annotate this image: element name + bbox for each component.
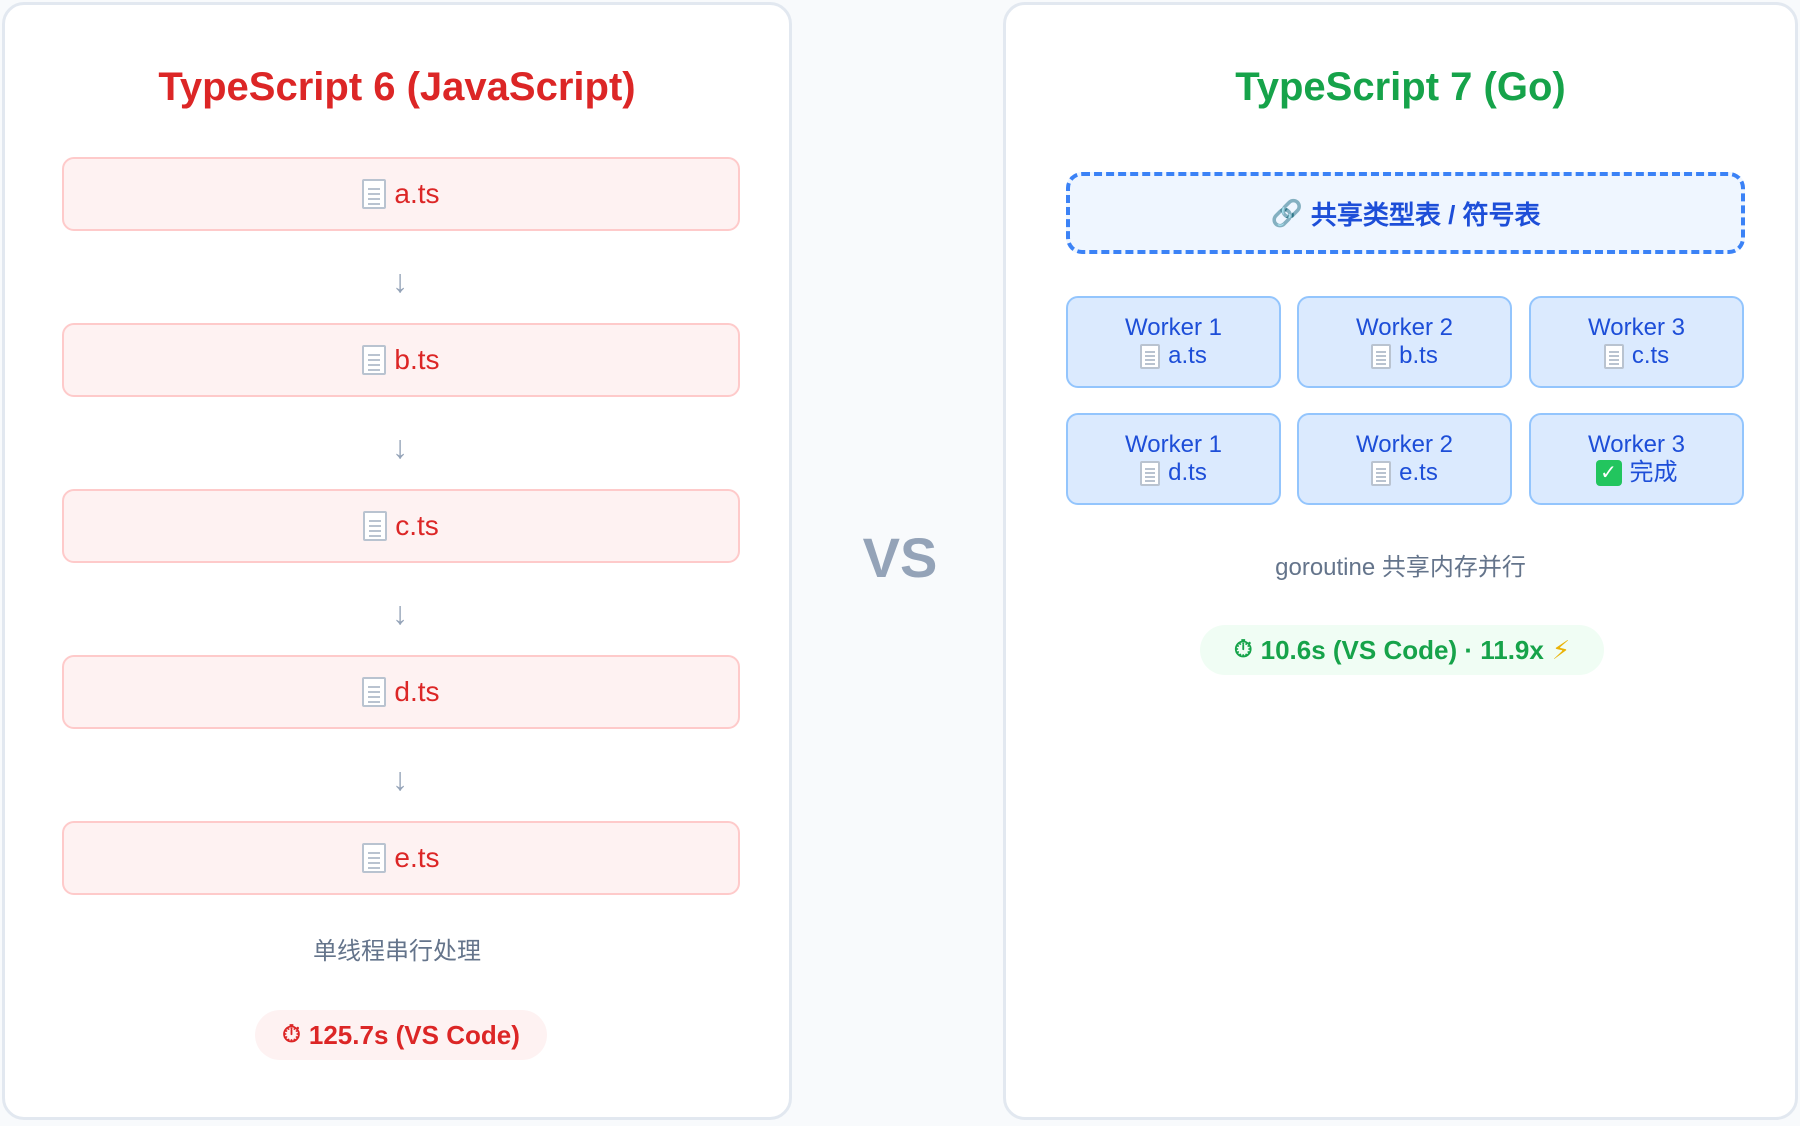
check-icon: ✓ (1595, 460, 1622, 486)
worker-status: 完成 (1629, 459, 1678, 486)
left-panel-title: TypeScript 6 (JavaScript) (158, 65, 636, 109)
worker-name: Worker 3 (1588, 314, 1685, 341)
file-icon (362, 843, 387, 873)
file-icon (1371, 460, 1392, 486)
parallel-timing-badge: ⏱ 10.6s (VS Code) · 11.9x ⚡ (1200, 625, 1604, 675)
file-box-e: e.ts (62, 821, 740, 895)
down-arrow-icon: ↓ (392, 761, 408, 797)
file-label: d.ts (394, 676, 440, 707)
serial-timing-badge: ⏱ 125.7s (VS Code) (255, 1010, 547, 1060)
file-box-b: b.ts (62, 323, 740, 397)
right-panel: TypeScript 7 (Go) 🔗 共享类型表 / 符号表 Worker 1… (1003, 2, 1798, 1120)
stopwatch-icon: ⏱ (282, 1021, 301, 1048)
down-arrow-icon: ↓ (392, 263, 408, 299)
worker-card: Worker 1 a.ts (1066, 296, 1281, 388)
worker-name: Worker 2 (1356, 431, 1453, 458)
file-box-c: c.ts (62, 489, 740, 563)
file-icon (1140, 343, 1161, 369)
file-icon (363, 511, 388, 541)
file-label: c.ts (395, 510, 439, 541)
down-arrow-icon: ↓ (392, 429, 408, 465)
worker-card: Worker 2 e.ts (1297, 413, 1512, 505)
worker-name: Worker 1 (1125, 314, 1222, 341)
worker-name: Worker 2 (1356, 314, 1453, 341)
file-icon (1371, 343, 1392, 369)
lightning-icon: ⚡ (1551, 634, 1571, 665)
file-label: b.ts (394, 344, 440, 375)
shared-table-label: 共享类型表 / 符号表 (1310, 199, 1541, 230)
vs-label: VS (862, 526, 938, 589)
file-label: a.ts (394, 178, 440, 209)
worker-name: Worker 1 (1125, 431, 1222, 458)
file-icon (362, 345, 387, 375)
parallel-caption: goroutine 共享内存并行 (1275, 554, 1526, 581)
file-icon (362, 677, 387, 707)
worker-file: d.ts (1168, 459, 1207, 486)
worker-card: Worker 2 b.ts (1297, 296, 1512, 388)
worker-file: b.ts (1399, 342, 1438, 369)
parallel-timing-label: 10.6s (VS Code) · 11.9x (1260, 634, 1544, 665)
down-arrow-icon: ↓ (392, 595, 408, 631)
serial-timing-label: 125.7s (VS Code) (308, 1019, 520, 1050)
worker-name: Worker 3 (1588, 431, 1685, 458)
file-icon (1603, 343, 1624, 369)
file-label: e.ts (394, 842, 440, 873)
file-icon (362, 179, 387, 209)
worker-file: e.ts (1399, 459, 1438, 486)
worker-card: Worker 1 d.ts (1066, 413, 1281, 505)
worker-file: a.ts (1168, 342, 1207, 369)
file-icon (1140, 460, 1161, 486)
worker-card: Worker 3 c.ts (1529, 296, 1744, 388)
file-box-d: d.ts (62, 655, 740, 729)
left-panel: TypeScript 6 (JavaScript) a.ts ↓ b.ts ↓ … (2, 2, 792, 1120)
worker-file: c.ts (1631, 342, 1670, 369)
serial-caption: 单线程串行处理 (313, 938, 481, 965)
link-icon: 🔗 (1270, 197, 1303, 228)
file-box-a: a.ts (62, 157, 740, 231)
shared-symbol-table: 🔗 共享类型表 / 符号表 (1066, 172, 1745, 254)
stopwatch-icon: ⏱ (1233, 636, 1253, 663)
right-panel-title: TypeScript 7 (Go) (1235, 65, 1566, 109)
worker-card: Worker 3 ✓ 完成 (1529, 413, 1744, 505)
